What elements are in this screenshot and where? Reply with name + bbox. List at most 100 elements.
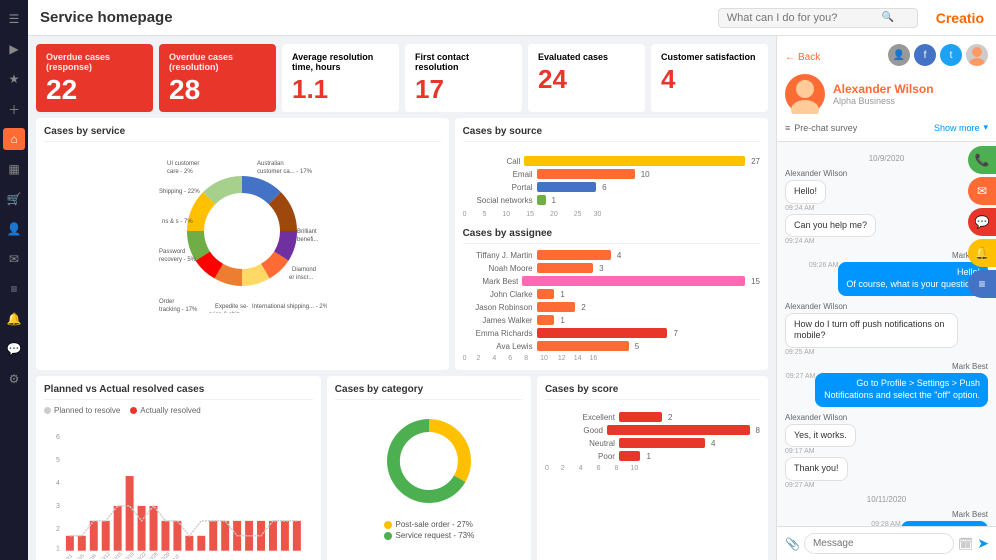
axis-10: 10 [540, 355, 548, 362]
bar-value: 10 [641, 170, 650, 179]
sidebar-bell-icon[interactable]: 🔔 [3, 308, 25, 330]
chat-header: ← Back 👤 f t [777, 36, 996, 142]
axis-2: 2 [561, 465, 565, 472]
score-bar [619, 412, 662, 422]
msg-group-1: Alexander Wilson Hello! 09:24 AM Can you… [785, 169, 988, 245]
msg-time: 09:24 AM [785, 238, 988, 245]
sidebar-star-icon[interactable]: ★ [3, 68, 25, 90]
bar-row-portal: Portal 6 [463, 182, 760, 192]
svg-text:Order: Order [159, 299, 174, 305]
phone-icon-btn[interactable]: 📞 [968, 146, 996, 174]
sidebar-cart-icon[interactable]: 🛒 [3, 188, 25, 210]
chat-icon-2[interactable]: f [914, 44, 936, 66]
sidebar-play-icon[interactable]: ▶ [3, 38, 25, 60]
chat-survey-bar: ≡ Pre-chat survey Show more ▾ [785, 122, 988, 133]
bar-value: 27 [751, 157, 760, 166]
chat-input-area: 📎 🗓 ➤ [777, 526, 996, 560]
chat-icon-btn[interactable]: 💬 [968, 208, 996, 236]
msg-sender: Mark Best [785, 251, 988, 260]
assignee-row-6: James Walker 1 [463, 315, 760, 325]
chat-back-button[interactable]: ← Back [785, 52, 820, 63]
cases-by-category-card: Cases by category Pos [327, 376, 531, 560]
bar-label: Portal [463, 183, 533, 192]
attachment-icon[interactable]: 📎 [785, 537, 800, 551]
score-row-poor: Poor 1 [545, 451, 760, 461]
chat-messages-list[interactable]: 10/9/2020 Alexander Wilson Hello! 09:24 … [777, 142, 996, 526]
sidebar-add-icon[interactable]: ＋ [3, 98, 25, 120]
bar-label: Email [463, 170, 533, 179]
list-icon-btn[interactable]: ≡ [968, 270, 996, 298]
assignee-value: 2 [581, 303, 585, 312]
bar-value: 1 [552, 196, 556, 205]
sidebar-gear-icon[interactable]: ⚙ [3, 368, 25, 390]
bar-row-social: Social networks 1 [463, 195, 760, 205]
kpi-evaluated-value: 24 [538, 66, 635, 92]
bell-icon-btn[interactable]: 🔔 [968, 239, 996, 267]
emoji-icon[interactable]: 🗓 [958, 537, 973, 551]
score-row-excellent: Excellent 2 [545, 412, 760, 422]
bar-fill [537, 169, 635, 179]
cases-by-score-title: Cases by score [545, 384, 760, 400]
kpi-overdue-response-title: Overdue cases (response) [46, 52, 143, 72]
sidebar-chat-icon[interactable]: 💬 [3, 338, 25, 360]
score-row-good: Good 8 [545, 425, 760, 435]
sidebar-chart-icon[interactable]: ▦ [3, 158, 25, 180]
legend-dot-planned [44, 407, 51, 414]
assignee-value: 4 [617, 251, 621, 260]
svg-text:10/12: 10/12 [99, 551, 112, 559]
legend-planned: Planned to resolve [44, 406, 120, 415]
msg-sender: Alexander Wilson [785, 302, 988, 311]
kpi-first-contact-title: First contact resolution [415, 52, 512, 72]
svg-text:Expedite se-: Expedite se- [215, 304, 248, 310]
svg-text:Australian: Australian [257, 161, 284, 167]
planned-vs-actual-title: Planned vs Actual resolved cases [44, 384, 313, 400]
show-more-link[interactable]: Show more [934, 123, 980, 133]
assignee-row-2: Noah Moore 3 [463, 263, 760, 273]
sidebar-user-icon[interactable]: 👤 [3, 218, 25, 240]
legend-service-label: Service request - 73% [396, 531, 475, 540]
send-button[interactable]: ➤ [977, 535, 989, 552]
assignee-label: Tiffany J. Martin [463, 251, 533, 260]
axis-4: 4 [579, 465, 583, 472]
assignee-bar [537, 263, 594, 273]
sidebar-menu-icon[interactable]: ☰ [3, 8, 25, 30]
kpi-satisfaction: Customer satisfaction 4 [651, 44, 768, 112]
email-icon-btn[interactable]: ✉ [968, 177, 996, 205]
legend-dot-actual [130, 407, 137, 414]
svg-text:10/1: 10/1 [63, 553, 74, 559]
search-box[interactable]: 🔍 [718, 8, 918, 28]
chat-icon-1[interactable]: 👤 [888, 44, 910, 66]
sidebar-home-icon[interactable]: ⌂ [3, 128, 25, 150]
axis-6: 6 [508, 355, 512, 362]
chat-icon-3[interactable]: t [940, 44, 962, 66]
chat-date-1: 10/9/2020 [785, 154, 988, 163]
page-title: Service homepage [40, 9, 708, 26]
msg-time: 09:24 AM [785, 205, 988, 212]
assignee-label: Noah Moore [463, 264, 533, 273]
kpi-first-contact-value: 17 [415, 76, 512, 102]
content-area: Overdue cases (response) 22 Overdue case… [28, 36, 996, 560]
cases-by-service-chart: UI customer care - 2% Australian custome… [44, 148, 441, 318]
msg-sender: Alexander Wilson [785, 413, 988, 422]
bar-label: Social networks [463, 196, 533, 205]
msg-sender: Mark Best [785, 510, 988, 519]
chat-message-input[interactable] [804, 533, 954, 554]
sidebar-list-icon[interactable]: ≡ [3, 278, 25, 300]
sidebar-mail-icon[interactable]: ✉ [3, 248, 25, 270]
bar-fill [537, 195, 546, 205]
search-input[interactable] [727, 12, 877, 24]
msg-bubble: Hello!Of course, what is your question? [838, 262, 988, 295]
axis-25: 25 [574, 211, 582, 218]
pre-chat-label: ≡ [785, 123, 790, 133]
axis-4: 4 [492, 355, 496, 362]
axis-20: 20 [550, 211, 558, 218]
score-value: 2 [668, 413, 672, 422]
msg-sender: Alexander Wilson [785, 169, 988, 178]
kpi-satisfaction-title: Customer satisfaction [661, 52, 758, 62]
logo: Creatio [936, 10, 984, 26]
assignee-row-4: John Clarke 1 [463, 289, 760, 299]
score-value: 8 [756, 426, 760, 435]
planned-vs-actual-card: Planned vs Actual resolved cases Planned… [36, 376, 321, 560]
msg-time: 09:17 AM [785, 448, 988, 455]
chat-user-area: Alexander Wilson Alpha Business [785, 70, 988, 118]
